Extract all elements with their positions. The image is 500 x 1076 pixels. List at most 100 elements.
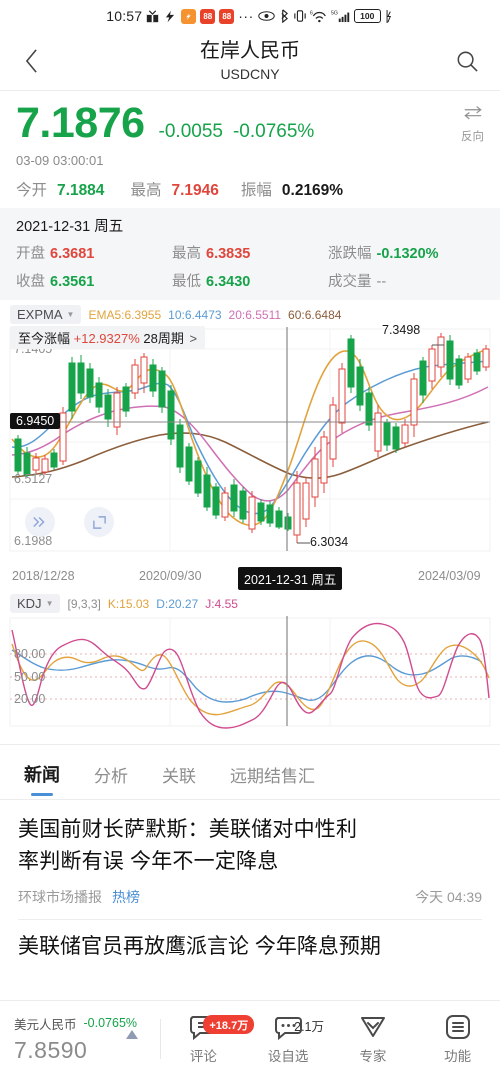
news-item[interactable]: 美国前财长萨默斯：美联储对中性利 率判断有误 今年不一定降息 环球市场播报 热榜… <box>18 814 482 907</box>
today-high-cell: 最高 7.1946 <box>130 178 218 200</box>
kdj-y-label-1: 80.00 <box>14 647 45 661</box>
tab-forward-settlement[interactable]: 远期结售汇 <box>230 762 315 799</box>
gain-label: 至今涨幅 <box>18 331 70 346</box>
bottom-quote[interactable]: 美元人民币 -0.0765% 7.8590 <box>0 1014 160 1064</box>
today-high-value: 7.1946 <box>171 182 218 200</box>
bottom-quote-change: -0.0765% <box>84 1016 138 1030</box>
tab-analysis[interactable]: 分析 <box>94 762 128 799</box>
bottom-nav-watchlist[interactable]: 2.1万 设自选 <box>246 1012 331 1065</box>
x-label-2: 2020/09/30 <box>139 569 202 583</box>
detail-low-label: 最低 <box>172 274 201 290</box>
detail-close-label: 收盘 <box>16 274 45 290</box>
ema20-value: 20:6.5511 <box>229 308 282 322</box>
kdj-chart[interactable]: 80.00 50.00 20.00 <box>0 616 500 744</box>
bottom-nav-items: +18.7万 评论 2.1万 设自选 专家 功能 <box>161 1012 500 1065</box>
today-open-label: 今开 <box>16 178 47 200</box>
kdj-svg <box>0 616 500 736</box>
status-clock: 10:57 <box>106 8 142 24</box>
chart-high-label: 7.3498 <box>382 323 420 337</box>
gain-value: +12.9327% <box>74 331 140 346</box>
expma-selector[interactable]: EXPMA ▼ <box>10 305 81 324</box>
page-subtitle: USDCNY <box>200 65 300 83</box>
navigation-bar: 在岸人民币 USDCNY <box>0 32 500 90</box>
bottom-nav-functions[interactable]: 功能 <box>415 1012 500 1065</box>
tab-related[interactable]: 关联 <box>162 762 196 799</box>
detail-high: 最高 6.3835 <box>172 242 328 263</box>
current-price: 7.1876 <box>16 97 145 149</box>
kline-x-axis: 2018/12/28 2020/09/30 06/30 2024/03/09 2… <box>0 567 500 589</box>
app-badge-orange-icon <box>181 9 196 24</box>
chart-low-label: 6.3034 <box>310 535 348 549</box>
detail-changepct: 涨跌幅-0.1320% <box>328 242 484 263</box>
news-item-2-partial[interactable]: 美联储官员再放鹰派言论 今年降息预期 <box>0 920 500 962</box>
reverse-pair-button[interactable]: 反向 <box>461 105 484 144</box>
y-label-4: 6.1988 <box>14 534 52 548</box>
gift-icon <box>146 9 159 24</box>
comment-badge: +18.7万 <box>203 1015 254 1034</box>
kdj-legend-bar: KDJ ▼ [9,3,3] K:15.03 D:20.27 J:4.55 <box>0 589 500 616</box>
news-time: 今天 04:39 <box>415 887 482 907</box>
detail-volume-value: -- <box>377 274 387 290</box>
today-amplitude-value: 0.2169% <box>282 182 343 200</box>
today-high-label: 最高 <box>130 178 161 200</box>
search-button[interactable] <box>452 46 482 76</box>
kdj-j-value: J:4.55 <box>205 597 238 611</box>
chevron-right-icon: > <box>190 331 198 346</box>
chevron-down-icon: ▼ <box>67 310 75 319</box>
status-bar: 10:57 88 88 ··· 6 5G 100 <box>0 0 500 32</box>
expert-shield-icon <box>359 1012 387 1042</box>
news-title-line2: 率判断有误 今年不一定降息 <box>18 846 482 878</box>
ema10-value: 10:6.4473 <box>168 308 221 322</box>
battery-icon: 100 <box>354 9 381 23</box>
detail-close-value: 6.3561 <box>50 274 94 290</box>
y-label-3: 6.5127 <box>14 472 52 486</box>
x-label-4: 2024/03/09 <box>418 569 481 583</box>
kdj-k-value: K:15.03 <box>108 597 149 611</box>
bottom-quote-header: 美元人民币 -0.0765% <box>14 1014 160 1033</box>
gain-since-tag[interactable]: 至今涨幅 +12.9327% 28周期 > <box>10 326 205 349</box>
detail-low: 最低 6.3430 <box>172 270 328 291</box>
back-button[interactable] <box>16 46 46 76</box>
news-hot-tag[interactable]: 热榜 <box>112 887 140 907</box>
kdj-name: KDJ <box>17 596 42 611</box>
detail-low-value: 6.3430 <box>206 274 250 290</box>
kdj-params: [9,3,3] <box>67 597 100 611</box>
kline-chart[interactable]: 7.1405 6.8266 6.5127 6.1988 6.9450 7.349… <box>0 327 500 567</box>
nav-title-group: 在岸人民币 USDCNY <box>200 39 300 83</box>
scroll-forward-button[interactable] <box>25 507 55 537</box>
reverse-label: 反向 <box>461 128 484 144</box>
content-tabs: 新闻 分析 关联 远期结售汇 <box>0 745 500 799</box>
detail-grid: 开盘 6.3681 最高 6.3835 涨跌幅-0.1320% 收盘 6.3561 最… <box>16 242 484 291</box>
bottom-nav-comment[interactable]: +18.7万 评论 <box>161 1012 246 1065</box>
candle-detail-panel: 2021-12-31 周五 开盘6.3681 最高6.3835 涨跌幅-0.13… <box>0 208 500 300</box>
kdj-selector[interactable]: KDJ ▼ <box>10 594 60 613</box>
news-meta: 环球市场播报 热榜 今天 04:39 <box>18 887 482 907</box>
x-label-1: 2018/12/28 <box>12 569 75 583</box>
today-open-cell: 今开 7.1884 <box>16 178 104 200</box>
detail-high-value: 6.3835 <box>206 246 250 262</box>
bottom-quote-name: 美元人民币 <box>14 1014 77 1033</box>
kdj-y-label-3: 20.00 <box>14 692 45 706</box>
detail-open-label: 开盘 <box>16 246 45 262</box>
kdj-y-label-2: 50.00 <box>14 670 45 684</box>
detail-open-value: 6.3681 <box>50 246 94 262</box>
kdj-d-value: D:20.27 <box>156 597 198 611</box>
expma-legend-bar: EXPMA ▼ EMA5:6.3955 10:6.4473 20:6.5511 … <box>0 300 500 327</box>
tab-news[interactable]: 新闻 <box>24 761 60 799</box>
menu-icon <box>445 1012 471 1042</box>
svg-text:5G: 5G <box>331 10 338 16</box>
news-title-line1: 美国前财长萨默斯：美联储对中性利 <box>18 814 482 846</box>
bottom-nav-expert[interactable]: 专家 <box>331 1012 416 1065</box>
quote-timestamp: 03-09 03:00:01 <box>16 153 484 168</box>
chevron-down-icon: ▼ <box>46 599 54 608</box>
fullscreen-button[interactable] <box>84 507 114 537</box>
detail-volume-label: 成交量 <box>328 274 372 290</box>
today-amplitude-label: 振幅 <box>241 178 272 200</box>
bottom-quote-price: 7.8590 <box>14 1037 160 1064</box>
ema60-value: 60:6.6484 <box>288 308 341 322</box>
detail-open: 开盘 6.3681 <box>16 242 172 263</box>
chart-area: EXPMA ▼ EMA5:6.3955 10:6.4473 20:6.5511 … <box>0 300 500 744</box>
expand-up-triangle-icon[interactable] <box>126 1030 138 1039</box>
detail-high-label: 最高 <box>172 246 201 262</box>
bottom-nav-expert-label: 专家 <box>359 1045 386 1065</box>
